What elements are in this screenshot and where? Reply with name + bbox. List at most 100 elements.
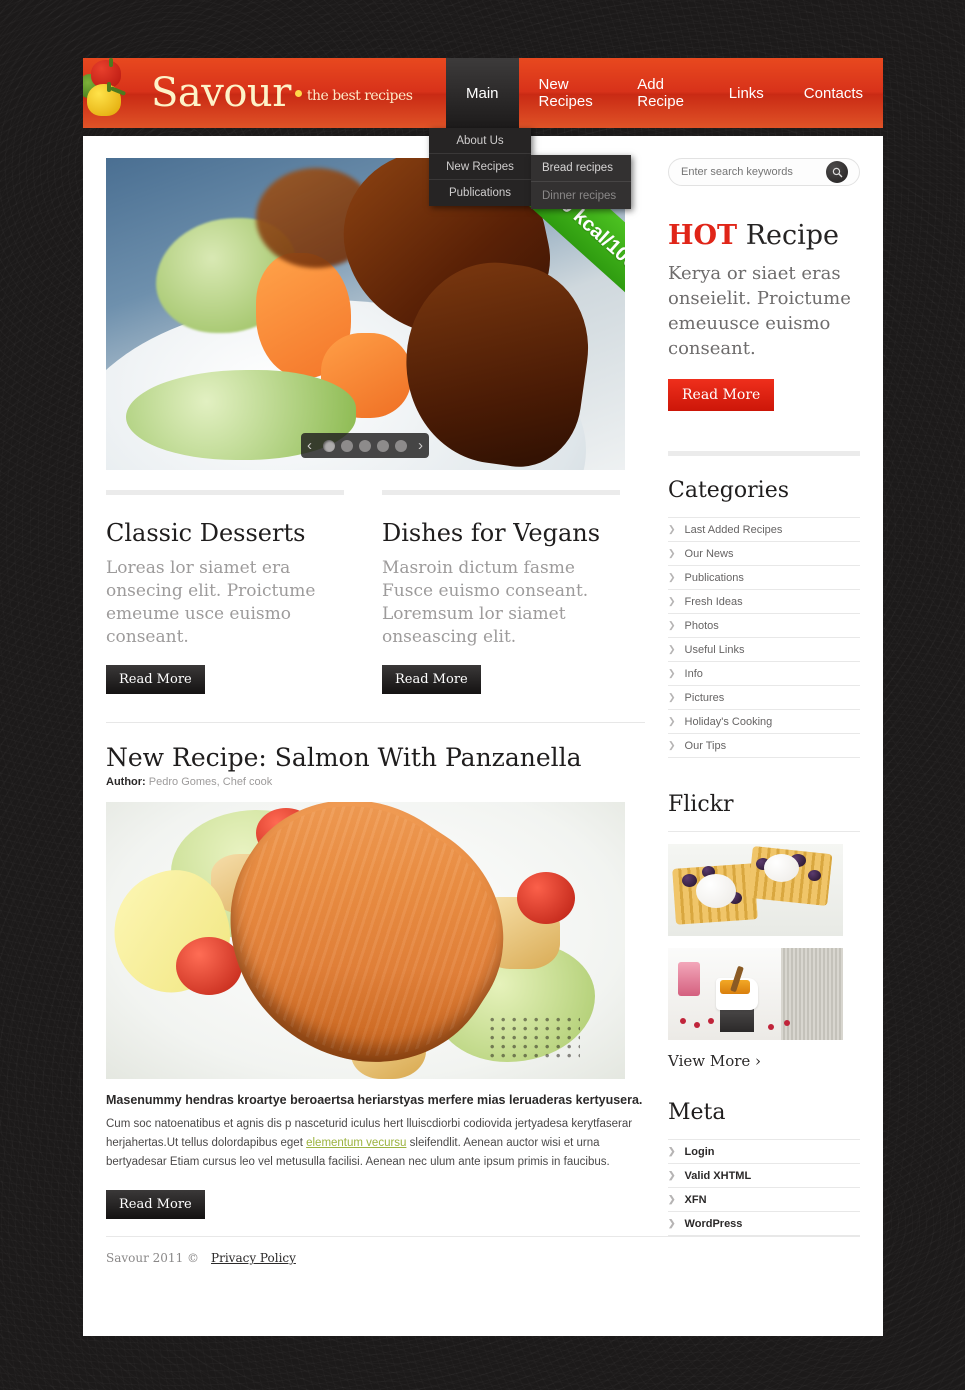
category-item[interactable]: ❯ Info [668,662,860,686]
chevron-right-icon: ❯ [668,1218,676,1228]
nav-item-main[interactable]: Main [446,58,519,136]
category-item[interactable]: ❯ Pictures [668,686,860,710]
category-item[interactable]: ❯ Our Tips [668,734,860,758]
meta-item[interactable]: ❯ Valid XHTML [668,1164,860,1188]
subdropdown-label: Dinner recipes [542,189,617,202]
article-read-more-button[interactable]: Read More [106,1190,205,1219]
search-box[interactable] [668,158,860,186]
article-body: Cum soc natoenatibus et agnis dis p nasc… [106,1115,645,1172]
search-button[interactable] [826,161,848,183]
chevron-right-icon: ❯ [668,668,676,678]
slider-dot-1[interactable] [323,439,335,452]
category-item[interactable]: ❯ Useful Links [668,638,860,662]
category-label: Our News [684,547,734,560]
logo-brand: Savour [151,70,291,116]
hot-accent: HOT [668,220,738,251]
slider-dot-3[interactable] [359,439,371,452]
chevron-right-icon: ❯ [668,644,676,654]
slider-prev-icon[interactable]: ‹ [302,437,317,454]
meta-item[interactable]: ❯ Login [668,1140,860,1164]
search-input[interactable] [681,166,826,178]
flickr-title: Flickr [668,792,734,817]
slider-dot-2[interactable] [341,439,353,452]
chevron-right-icon: ❯ [668,1194,676,1204]
sub-dropdown-menu: Bread recipes Dinner recipes [531,155,631,209]
category-label: Holiday's Cooking [684,715,773,728]
logo-tagline: the best recipes [306,88,413,104]
chevron-right-icon: ❯ [668,596,676,606]
category-item[interactable]: ❯ Holiday's Cooking [668,710,860,734]
article-lead: Masenummy hendras kroartye beroaertsa he… [106,1093,643,1107]
chevron-right-icon: ❯ [668,1170,676,1180]
meta-item[interactable]: ❯ WordPress [668,1212,860,1236]
slider-dot-5[interactable] [395,439,407,452]
category-item[interactable]: ❯ Our News [668,542,860,566]
nav-item-add-recipe[interactable]: Add Recipe [617,58,709,128]
category-label: Info [684,667,703,680]
dropdown-item-new-recipes[interactable]: New Recipes [429,154,531,180]
meta-title: Meta [668,1100,726,1125]
author-value: Pedro Gomes, Chef cook [148,776,273,788]
chevron-right-icon: ❯ [668,716,676,726]
divider [668,831,860,832]
category-item[interactable]: ❯ Fresh Ideas [668,590,860,614]
category-label: Useful Links [684,643,745,656]
nav-label: Add Recipe [637,76,684,110]
flickr-view-more-link[interactable]: View More › [668,1052,860,1070]
subdropdown-label: Bread recipes [542,162,613,174]
meta-label: Valid XHTML [684,1169,752,1182]
meta-label: XFN [684,1193,707,1206]
dropdown-label: About Us [456,134,504,147]
teaser-title: Classic Desserts [106,519,306,547]
nav-item-contacts[interactable]: Contacts [784,58,883,128]
main-dropdown-menu: About Us New Recipes Publications [429,128,531,206]
category-item[interactable]: ❯ Last Added Recipes [668,518,860,542]
nav-label: Links [728,84,764,102]
dropdown-item-publications[interactable]: Publications [429,180,531,206]
subdropdown-item-dinner-recipes[interactable]: Dinner recipes [531,182,631,209]
teaser-title: Dishes for Vegans [382,519,601,547]
meta-label: Login [684,1145,715,1158]
dropdown-item-about-us[interactable]: About Us [429,128,531,154]
nav-item-links[interactable]: Links [709,58,784,128]
divider [668,451,860,456]
article-title: New Recipe: Salmon With Panzanella [106,743,582,772]
chevron-right-icon: ❯ [668,524,676,534]
category-label: Fresh Ideas [684,595,743,608]
categories-list: ❯ Last Added Recipes ❯ Our News ❯ Publicati… [668,517,860,758]
slider-dot-4[interactable] [377,439,389,452]
section-divider [106,722,645,723]
nav-item-new-recipes[interactable]: New Recipes [519,58,618,128]
author-label: Author: [106,776,146,788]
read-more-button[interactable]: Read More [106,665,205,694]
logo[interactable]: Savour the best recipes [83,58,446,128]
main-column: Energy 230 kcal/100g ‹ › Classic Dessert… [106,158,645,1236]
privacy-policy-link[interactable]: Privacy Policy [211,1251,296,1265]
teaser-row: Classic Desserts Loreas lor siamet era o… [106,490,645,694]
meta-item[interactable]: ❯ XFN [668,1188,860,1212]
divider [382,490,620,495]
slider-next-icon[interactable]: › [413,437,428,454]
meta-list: ❯ Login ❯ Valid XHTML ❯ XFN ❯ WordPress [668,1139,860,1236]
flickr-photo-1[interactable] [668,844,843,936]
flickr-photo-2[interactable] [668,948,843,1040]
chevron-right-icon: ❯ [668,548,676,558]
hot-recipe-title: HOT Recipe [668,220,860,251]
sidebar: HOT Recipe Kerya or siaet eras onseielit… [668,158,860,1236]
category-label: Pictures [684,691,725,704]
article-image [106,802,625,1079]
category-item[interactable]: ❯ Photos [668,614,860,638]
nav-label: Contacts [803,84,863,102]
subdropdown-item-bread-recipes[interactable]: Bread recipes [531,155,631,182]
dropdown-label: New Recipes [446,160,514,173]
search-icon [832,167,842,177]
footer-copyright: Savour 2011 © [106,1251,200,1265]
category-label: Photos [684,619,719,632]
article-inline-link[interactable]: elementum vecursu [306,1137,406,1149]
nav-label: Main [466,84,499,102]
category-item[interactable]: ❯ Publications [668,566,860,590]
chevron-right-icon: ❯ [668,692,676,702]
hot-read-more-button[interactable]: Read More [668,379,775,411]
category-label: Publications [684,571,744,584]
read-more-button[interactable]: Read More [382,665,481,694]
